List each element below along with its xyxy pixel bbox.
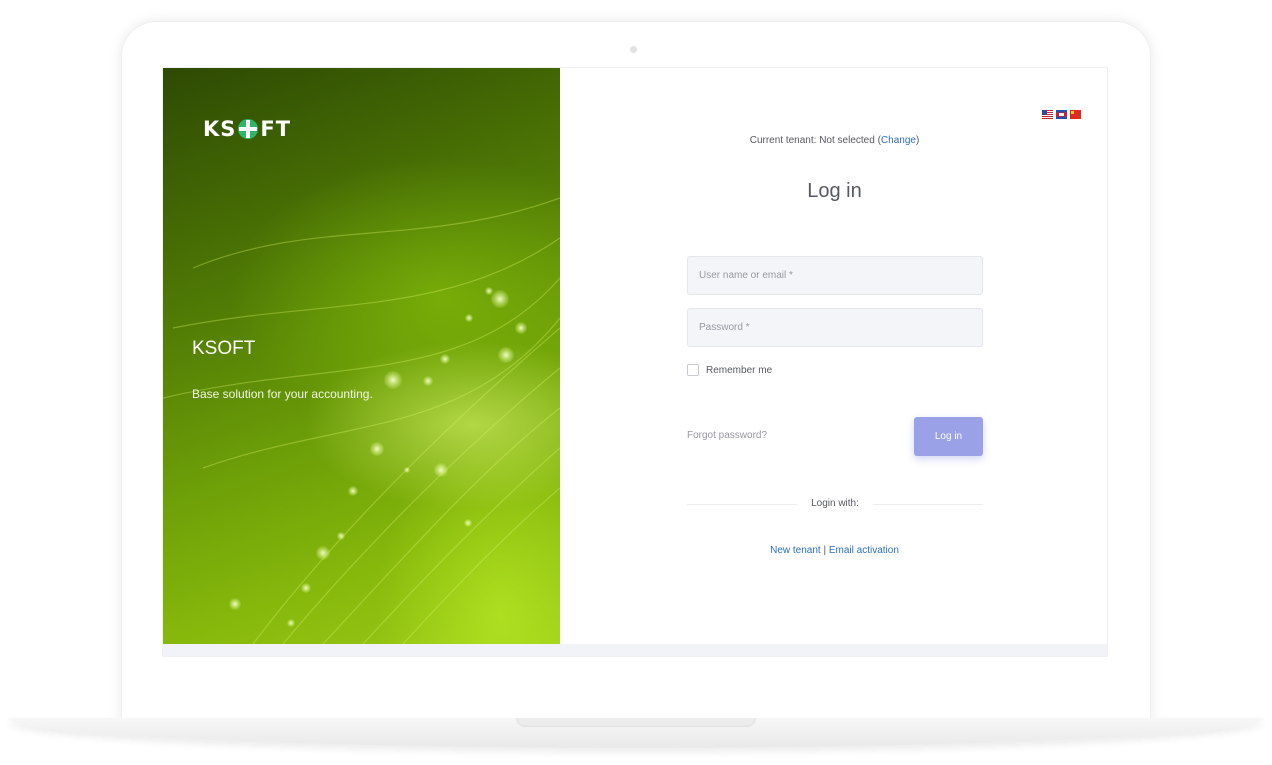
- laptop-notch: [516, 718, 756, 727]
- change-tenant-link[interactable]: Change: [881, 135, 916, 146]
- screen-footer-bar: [163, 644, 1107, 656]
- remember-me-checkbox[interactable]: [687, 364, 699, 376]
- china-flag-icon[interactable]: [1070, 110, 1081, 119]
- login-with-divider: Login with:: [687, 498, 983, 512]
- remember-me-row[interactable]: Remember me: [687, 364, 772, 376]
- divider-line-right: [873, 504, 983, 505]
- links-separator: |: [820, 545, 829, 556]
- hero-panel: KS FT KSOFT Base solution for your accou…: [163, 68, 560, 644]
- cambodia-flag-icon[interactable]: [1056, 110, 1067, 119]
- current-tenant-line: Current tenant: Not selected (Change): [560, 135, 1107, 146]
- page-title: Log in: [807, 180, 862, 202]
- forgot-password-link[interactable]: Forgot password?: [687, 430, 767, 441]
- email-activation-link[interactable]: Email activation: [829, 545, 899, 556]
- hero-subtitle: Base solution for your accounting.: [192, 387, 373, 401]
- hero-title: KSOFT: [192, 338, 256, 359]
- language-switcher: [1042, 110, 1081, 119]
- us-flag-icon[interactable]: [1042, 110, 1053, 119]
- tenant-suffix: ): [915, 135, 920, 146]
- tenant-prefix: Current tenant: Not selected (: [749, 135, 881, 146]
- logo-text-right: FT: [260, 117, 292, 141]
- logo-cross-icon: [238, 119, 259, 139]
- app-screen: KS FT KSOFT Base solution for your accou…: [162, 67, 1108, 657]
- remember-me-label[interactable]: Remember me: [706, 365, 772, 376]
- brand-logo: KS FT: [203, 116, 291, 142]
- camera-dot: [630, 46, 637, 53]
- logo-text-left: KS: [203, 117, 237, 141]
- username-input[interactable]: [687, 256, 983, 295]
- login-button[interactable]: Log in: [914, 417, 983, 456]
- new-tenant-link[interactable]: New tenant: [770, 545, 821, 556]
- password-input[interactable]: [687, 308, 983, 347]
- bottom-links: New tenant | Email activation: [560, 545, 1107, 556]
